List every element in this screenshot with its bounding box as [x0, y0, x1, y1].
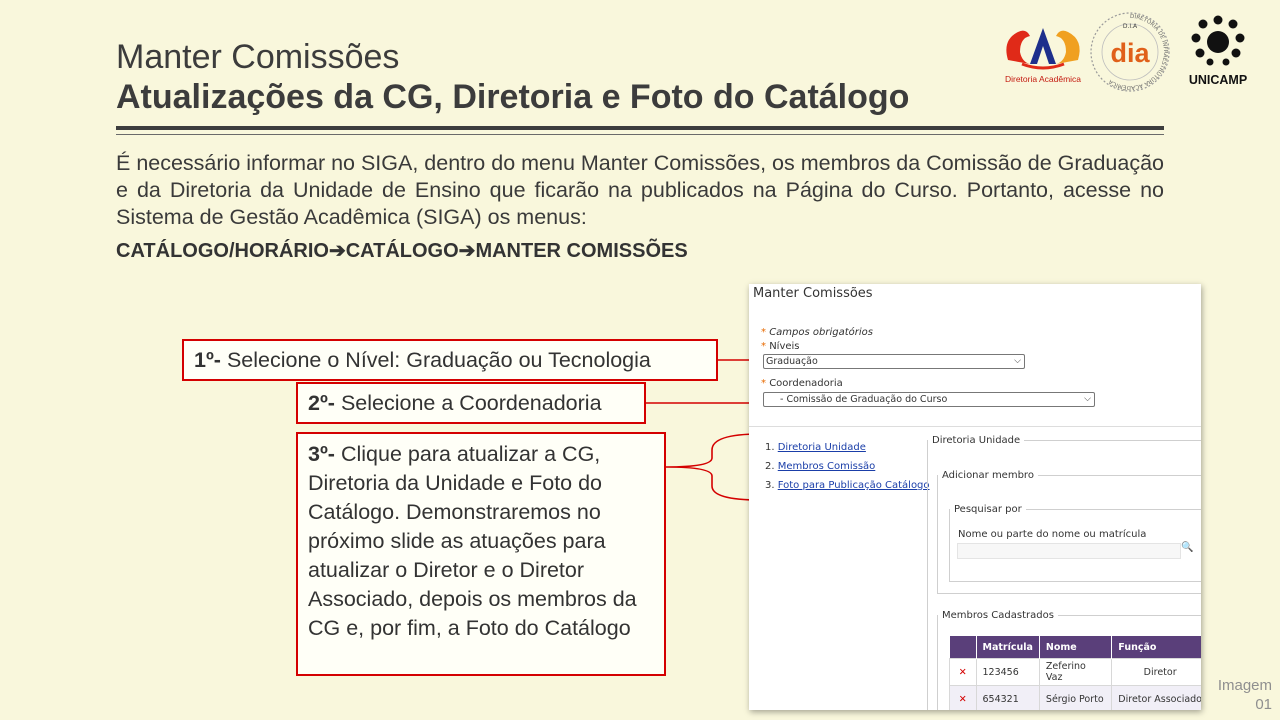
- coordenadoria-select[interactable]: - Comissão de Graduação do Curso ⌵: [763, 392, 1095, 407]
- step-number: 1º-: [194, 348, 221, 372]
- nav-item-foto-catalogo[interactable]: 3. Foto para Publicação Catálogo: [765, 480, 930, 491]
- dia-logo: DIRETORIA DE INFRAESTRUTURA ACADÊMICA D.…: [1090, 12, 1170, 92]
- callout-step-1: 1º- Selecione o Nível: Graduação ou Tecn…: [182, 339, 718, 381]
- siga-screenshot: Manter Comissões * Campos obrigatórios *…: [749, 284, 1201, 710]
- intro-paragraph: É necessário informar no SIGA, dentro do…: [116, 151, 1165, 229]
- nav-item-diretoria-unidade[interactable]: 1. Diretoria Unidade: [765, 442, 866, 453]
- step-number: 3º-: [308, 442, 335, 466]
- step-text: Selecione o Nível: Graduação ou Tecnolog…: [220, 348, 651, 372]
- col-header-nome: Nome: [1039, 636, 1113, 659]
- dia-logo-text: dia: [1110, 38, 1150, 68]
- delete-icon[interactable]: ✕: [949, 685, 977, 710]
- table-row: ✕ 123456 Zeferino Vaz Diretor: [949, 658, 1201, 686]
- cell-nome: Zeferino Vaz: [1038, 658, 1113, 686]
- table-header-row: Matrícula Nome Função: [949, 636, 1201, 659]
- menu-path-item-manter-comissoes: MANTER COMISSÕES: [475, 240, 688, 262]
- cell-funcao: Diretor Associado: [1111, 685, 1201, 710]
- cell-matricula: 123456: [975, 658, 1040, 686]
- siga-page-title: Manter Comissões: [753, 286, 873, 301]
- cell-matricula: 654321: [975, 685, 1040, 710]
- diretoria-academica-logo: Diretoria Acadêmica: [1005, 28, 1081, 84]
- page-subtitle: Atualizações da CG, Diretoria e Foto do …: [116, 78, 910, 116]
- menu-path-item-catalogo: CATÁLOGO: [345, 240, 459, 262]
- arrow-right-icon: ➔: [328, 240, 346, 262]
- delete-icon[interactable]: ✕: [949, 658, 977, 686]
- col-header-matricula: Matrícula: [976, 636, 1040, 659]
- header-rule-thick: [116, 126, 1164, 130]
- nav-item-membros-comissao[interactable]: 2. Membros Comissão: [765, 461, 875, 472]
- header-rule-thin: [116, 134, 1164, 135]
- search-input[interactable]: [957, 543, 1181, 559]
- menu-path: CATÁLOGO/HORÁRIO➔CATÁLOGO➔MANTER COMISSÕ…: [116, 238, 688, 263]
- step-text: Selecione a Coordenadoria: [334, 391, 602, 415]
- search-icon[interactable]: 🔍: [1181, 542, 1193, 553]
- arrow-right-icon: ➔: [458, 240, 476, 262]
- niveis-select[interactable]: Graduação ⌵: [763, 354, 1025, 369]
- diretoria-academica-text: Diretoria Acadêmica: [1005, 74, 1081, 84]
- niveis-label: * Níveis: [761, 341, 800, 352]
- step-text: Clique para atualizar a CG, Diretoria da…: [308, 442, 637, 640]
- menu-path-item-catalogo-horario: CATÁLOGO/HORÁRIO: [116, 240, 329, 262]
- col-header-funcao: Função: [1111, 636, 1201, 659]
- chevron-down-icon: ⌵: [1014, 356, 1021, 366]
- cell-nome: Sérgio Porto: [1038, 685, 1113, 710]
- brace-step-3: [665, 433, 761, 501]
- coordenadoria-label: * Coordenadoria: [761, 378, 843, 389]
- unicamp-logo: UNICAMP: [1189, 15, 1247, 87]
- image-label: Imagem 01: [1217, 677, 1272, 713]
- cell-funcao: Diretor: [1111, 658, 1201, 686]
- search-label: Nome ou parte do nome ou matrícula: [958, 529, 1147, 540]
- membros-table: Matrícula Nome Função ✕ 123456 Zeferino …: [949, 636, 1201, 710]
- step-number: 2º-: [308, 391, 335, 415]
- callout-step-2: 2º- Selecione a Coordenadoria: [296, 382, 646, 424]
- page-title: Manter Comissões: [116, 38, 400, 76]
- callout-step-3: 3º- Clique para atualizar a CG, Diretori…: [296, 432, 666, 676]
- unicamp-text: UNICAMP: [1189, 73, 1247, 87]
- table-row: ✕ 654321 Sérgio Porto Diretor Associado: [949, 685, 1201, 710]
- divider: [749, 426, 1201, 427]
- chevron-down-icon: ⌵: [1084, 394, 1091, 404]
- dia-top-text: D.I.A: [1123, 23, 1138, 30]
- required-note: * Campos obrigatórios: [761, 327, 873, 338]
